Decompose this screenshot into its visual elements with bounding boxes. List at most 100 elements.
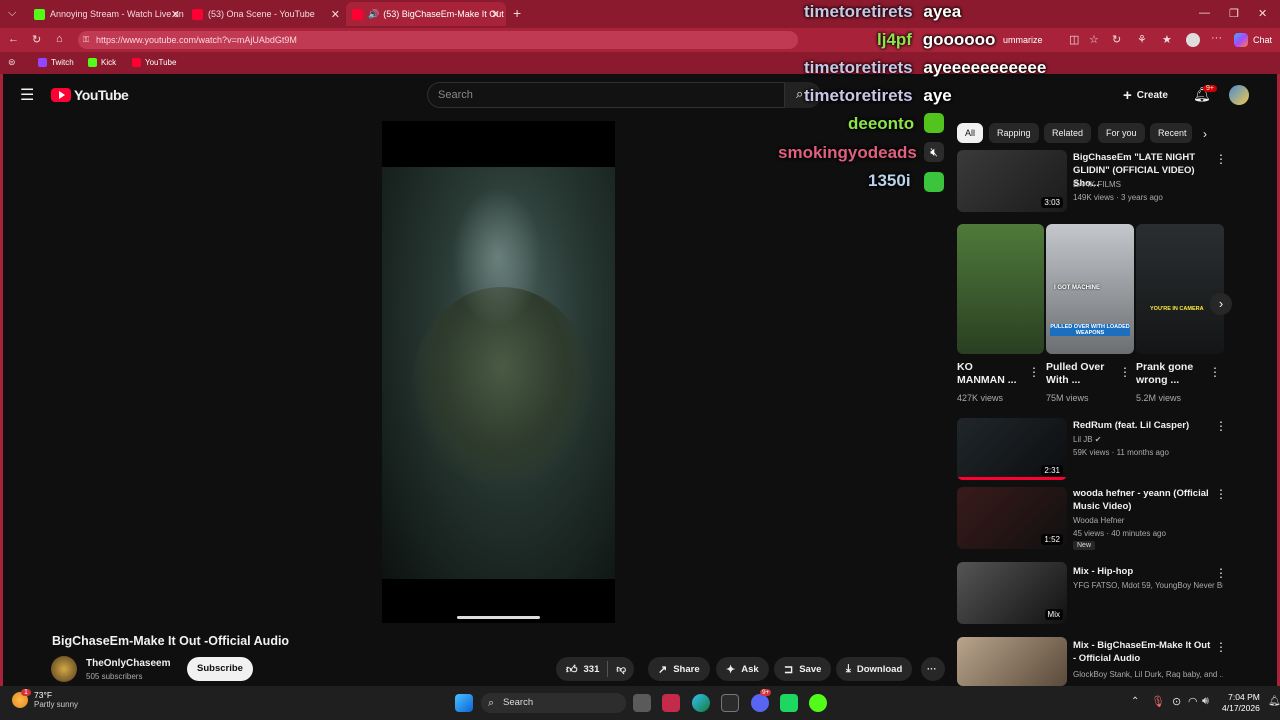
rec-thumbnail[interactable]: 1:52 xyxy=(957,487,1067,549)
close-tab-icon[interactable]: ✕ xyxy=(171,8,180,21)
rec-thumbnail[interactable]: 2:31 xyxy=(957,418,1067,480)
more-menu-icon[interactable]: ··· xyxy=(1211,32,1222,44)
chip-recent[interactable]: Recent xyxy=(1150,123,1192,143)
mix-title[interactable]: Mix - Hip-hop xyxy=(1073,565,1215,578)
tab-kick-stream[interactable]: Annoying Stream - Watch Live on ✕ xyxy=(28,2,186,26)
rec-title[interactable]: RedRum (feat. Lil Casper) xyxy=(1073,419,1215,432)
close-tab-icon[interactable]: ✕ xyxy=(491,8,500,21)
kick-app-icon[interactable] xyxy=(809,694,827,712)
share-button[interactable]: ↗ Share xyxy=(648,657,710,681)
tab-ona-scene[interactable]: (53) Ona Scene - YouTube ✕ xyxy=(186,2,346,26)
short-title[interactable]: Prank gone wrong ... xyxy=(1136,361,1201,387)
chip-all[interactable]: All xyxy=(957,123,984,143)
notification-bell-icon[interactable]: 🔔︎ xyxy=(1268,696,1280,707)
bookmark-twitch[interactable]: Twitch xyxy=(38,58,74,67)
taskbar-search[interactable]: ⌕ Search xyxy=(481,693,626,713)
tray-chevron-icon[interactable]: ⌃ xyxy=(1131,696,1139,707)
copilot-icon[interactable] xyxy=(1234,33,1248,47)
channel-name[interactable]: TheOnlyChaseem xyxy=(86,658,170,669)
location-icon[interactable]: ⊙ xyxy=(1172,695,1181,708)
save-label: Save xyxy=(799,663,822,675)
extensions-icon[interactable]: ↻ xyxy=(1112,33,1121,46)
rec-title[interactable]: wooda hefner - yeann (Official Music Vid… xyxy=(1073,487,1215,513)
chevron-right-icon[interactable]: › xyxy=(1203,127,1207,141)
more-vertical-icon[interactable]: ⋮ xyxy=(1028,365,1040,379)
short-thumbnail[interactable]: I GOT MACHINE PULLED OVER WITH LOADED WE… xyxy=(1046,224,1134,354)
youtube-favicon-icon xyxy=(352,8,363,20)
chat-button[interactable]: Chat xyxy=(1253,35,1272,45)
favorite-star-icon[interactable]: ☆ xyxy=(1089,33,1099,46)
rec-channel[interactable]: Wooda Hefner xyxy=(1073,514,1223,527)
refresh-icon[interactable]: ↻ xyxy=(32,33,41,46)
chip-related[interactable]: Related xyxy=(1044,123,1092,143)
windows-start-icon[interactable] xyxy=(455,694,473,712)
create-button[interactable]: + Create xyxy=(1123,87,1168,104)
hamburger-menu-icon[interactable]: ☰ xyxy=(20,85,34,105)
wifi-icon[interactable]: ◠ xyxy=(1188,695,1198,708)
chip-for-you[interactable]: For you xyxy=(1098,123,1145,143)
short-thumbnail[interactable]: YOU'RE IN CAMERA xyxy=(1136,224,1224,354)
edge-browser-icon[interactable] xyxy=(692,694,710,712)
clock[interactable]: 7:04 PM 4/17/2026 xyxy=(1222,692,1260,714)
bookmark-youtube[interactable]: YouTube xyxy=(132,58,176,67)
terminal-icon[interactable] xyxy=(721,694,739,712)
close-window-icon[interactable]: ✕ xyxy=(1258,7,1267,20)
bookmark-kick[interactable]: Kick xyxy=(88,58,116,67)
task-view-icon[interactable] xyxy=(633,694,651,712)
rec-channel[interactable]: Lil JB ✔ xyxy=(1073,433,1223,446)
profile-avatar[interactable] xyxy=(1186,33,1200,47)
video-player[interactable] xyxy=(382,121,615,623)
summarize-button[interactable]: ummarize xyxy=(1003,35,1043,45)
new-tab-icon[interactable]: + xyxy=(513,5,521,21)
tab-bigchaseem[interactable]: 🔊 (53) BigChaseEm-Make It Out ✕ xyxy=(346,2,506,26)
split-screen-icon[interactable]: ◫ xyxy=(1069,33,1079,46)
save-button[interactable]: ⊐ Save xyxy=(774,657,832,681)
more-actions-button[interactable]: ··· xyxy=(921,657,945,681)
extensions-puzzle-icon[interactable]: ⚘ xyxy=(1137,33,1147,46)
more-vertical-icon[interactable]: ⋮ xyxy=(1215,152,1227,166)
chip-rapping[interactable]: Rapping xyxy=(989,123,1039,143)
favorites-icon[interactable]: ★ xyxy=(1162,33,1172,46)
maximize-icon[interactable]: ❐ xyxy=(1229,7,1239,20)
more-vertical-icon[interactable]: ⋮ xyxy=(1215,566,1227,580)
game-app-icon[interactable] xyxy=(780,694,798,712)
volume-icon[interactable]: 🔊︎ xyxy=(1202,695,1209,708)
subscribe-button[interactable]: Subscribe xyxy=(187,657,253,681)
tab-list-chevron-icon[interactable]: ⌵ xyxy=(8,7,16,20)
short-title[interactable]: KO MANMAN ... xyxy=(957,361,1022,387)
thumbs-down-icon[interactable]: 👎︎ xyxy=(616,663,626,675)
more-vertical-icon[interactable]: ⋮ xyxy=(1215,640,1227,654)
account-avatar[interactable] xyxy=(1229,85,1249,105)
rec-channel[interactable]: EA 4K FILMS xyxy=(1073,178,1223,191)
short-title[interactable]: Pulled Over With ... xyxy=(1046,361,1121,387)
channel-avatar[interactable] xyxy=(51,656,77,682)
speaker-icon[interactable]: 🔊 xyxy=(368,9,379,20)
more-vertical-icon[interactable]: ⋮ xyxy=(1215,487,1227,501)
home-icon[interactable]: ⌂ xyxy=(56,33,63,45)
ask-button[interactable]: ✦ Ask xyxy=(716,657,769,681)
mix-thumbnail[interactable] xyxy=(957,637,1067,686)
microphone-icon[interactable]: 🎙︎ xyxy=(1151,695,1165,708)
shorts-next-icon[interactable]: › xyxy=(1210,293,1232,315)
rec-thumbnail[interactable]: 3:03 xyxy=(957,150,1067,212)
search-input[interactable]: Search xyxy=(427,82,785,108)
reading-icon[interactable]: ⊜ xyxy=(8,57,16,68)
short-overlay-text: I GOT MACHINE xyxy=(1054,285,1100,291)
discord-icon[interactable] xyxy=(751,694,769,712)
more-vertical-icon[interactable]: ⋮ xyxy=(1215,419,1227,433)
youtube-logo[interactable]: YouTube xyxy=(51,87,129,103)
more-vertical-icon[interactable]: ⋮ xyxy=(1209,365,1221,379)
back-icon[interactable]: ← xyxy=(8,33,19,45)
like-button[interactable]: 👍︎ 331 👎︎ xyxy=(556,657,635,681)
more-vertical-icon[interactable]: ⋮ xyxy=(1119,365,1131,379)
youtube-play-logo-icon xyxy=(51,88,71,102)
close-tab-icon[interactable]: ✕ xyxy=(331,8,340,21)
short-thumbnail[interactable] xyxy=(957,224,1044,354)
mix-title[interactable]: Mix - BigChaseEm-Make It Out - Official … xyxy=(1073,639,1215,665)
app-icon[interactable] xyxy=(662,694,680,712)
url-input[interactable]: ⚿ https://www.youtube.com/watch?v=mAjUAb… xyxy=(78,31,798,49)
mix-thumbnail[interactable]: Mix xyxy=(957,562,1067,624)
download-button[interactable]: ⤓ Download xyxy=(836,657,913,681)
video-progress-handle[interactable] xyxy=(457,616,540,619)
minimize-icon[interactable]: — xyxy=(1199,7,1210,19)
